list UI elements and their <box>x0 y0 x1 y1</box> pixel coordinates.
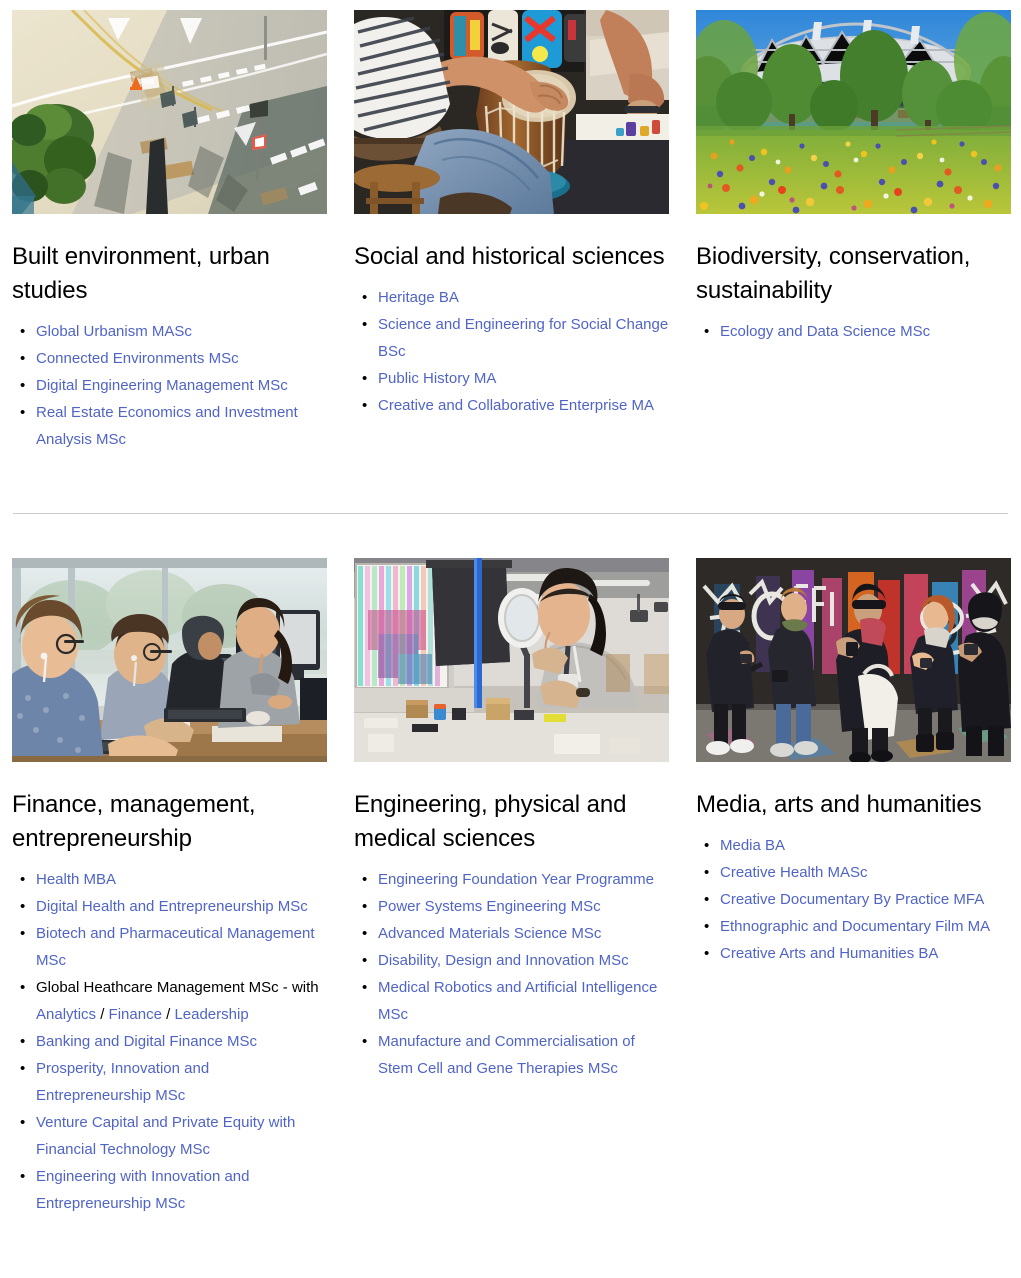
programme-list: Global Urbanism MASc Connected Environme… <box>12 318 327 453</box>
list-item: Manufacture and Commercialisation of Ste… <box>362 1028 669 1082</box>
programme-link[interactable]: Prosperity, Innovation and Entrepreneurs… <box>36 1060 209 1104</box>
programme-link[interactable]: Creative Documentary By Practice MFA <box>720 891 984 908</box>
programme-link[interactable]: Creative Health MASc <box>720 864 868 881</box>
programme-link-analytics[interactable]: Analytics <box>36 1006 96 1023</box>
subject-card-finance-management: Finance, management, entrepreneurship He… <box>12 558 327 1217</box>
separator: / <box>161 1006 175 1023</box>
separator: / <box>96 1006 109 1023</box>
card-title: Finance, management, entrepreneurship <box>12 791 256 852</box>
wildflower-meadow-stadium-photo[interactable] <box>696 10 1011 214</box>
list-item: Prosperity, Innovation and Entrepreneurs… <box>20 1055 327 1109</box>
programme-list: Media BA Creative Health MASc Creative D… <box>696 832 1011 967</box>
list-item: Engineering with Innovation and Entrepre… <box>20 1163 327 1217</box>
list-item: Media BA <box>704 832 1011 859</box>
computer-lab-students-photo[interactable] <box>12 558 327 762</box>
list-item: Health MBA <box>20 866 327 893</box>
programme-link[interactable]: Medical Robotics and Artificial Intellig… <box>378 979 657 1023</box>
programme-link[interactable]: Digital Engineering Management MSc <box>36 377 288 394</box>
programme-link[interactable]: Public History MA <box>378 370 496 387</box>
subject-card-engineering-physical-medical: Engineering, physical and medical scienc… <box>354 558 669 1217</box>
programme-link[interactable]: Ecology and Data Science MSc <box>720 323 930 340</box>
list-item: Medical Robotics and Artificial Intellig… <box>362 974 669 1028</box>
programme-link[interactable]: Engineering with Innovation and Entrepre… <box>36 1168 250 1212</box>
programme-link[interactable]: Heritage BA <box>378 289 459 306</box>
list-item: Banking and Digital Finance MSc <box>20 1028 327 1055</box>
programme-link[interactable]: Health MBA <box>36 871 116 888</box>
programme-link[interactable]: Global Urbanism MASc <box>36 323 192 340</box>
list-item: Ecology and Data Science MSc <box>704 318 1011 345</box>
card-title: Biodiversity, conservation, sustainabili… <box>696 243 971 304</box>
programme-link[interactable]: Banking and Digital Finance MSc <box>36 1033 257 1050</box>
programme-link[interactable]: Science and Engineering for Social Chang… <box>378 316 668 360</box>
subject-row-1: Built environment, urban studies Global … <box>0 0 1021 453</box>
list-item: Heritage BA <box>362 284 669 311</box>
programme-link-leadership[interactable]: Leadership <box>174 1006 248 1023</box>
subject-card-media-arts-humanities: Media, arts and humanities Media BA Crea… <box>696 558 1011 1217</box>
list-item: Venture Capital and Private Equity with … <box>20 1109 327 1163</box>
list-item: Ethnographic and Documentary Film MA <box>704 913 1011 940</box>
programme-text: Global Heathcare Management MSc - with <box>36 979 319 996</box>
programme-list: Heritage BA Science and Engineering for … <box>354 284 669 419</box>
researcher-magnifier-workshop-photo[interactable] <box>354 558 669 762</box>
card-title: Built environment, urban studies <box>12 243 270 304</box>
programme-list: Engineering Foundation Year Programme Po… <box>354 866 669 1082</box>
programme-link[interactable]: Media BA <box>720 837 785 854</box>
djembe-drummer-photo[interactable] <box>354 10 669 214</box>
programme-link[interactable]: Engineering Foundation Year Programme <box>378 871 654 888</box>
programme-link[interactable]: Advanced Materials Science MSc <box>378 925 601 942</box>
programme-link[interactable]: Manufacture and Commercialisation of Ste… <box>378 1033 635 1077</box>
programme-link[interactable]: Connected Environments MSc <box>36 350 239 367</box>
list-item: Engineering Foundation Year Programme <box>362 866 669 893</box>
list-item: Public History MA <box>362 365 669 392</box>
row-spacer <box>0 453 1021 513</box>
programme-link[interactable]: Digital Health and Entrepreneurship MSc <box>36 898 308 915</box>
programme-link[interactable]: Ethnographic and Documentary Film MA <box>720 918 990 935</box>
list-item: Digital Health and Entrepreneurship MSc <box>20 893 327 920</box>
subject-card-social-historical: Social and historical sciences Heritage … <box>354 10 669 453</box>
programme-link[interactable]: Creative and Collaborative Enterprise MA <box>378 397 654 414</box>
list-item: Creative Arts and Humanities BA <box>704 940 1011 967</box>
list-item: Disability, Design and Innovation MSc <box>362 947 669 974</box>
graffiti-wall-group-photo[interactable] <box>696 558 1011 762</box>
programme-link-finance[interactable]: Finance <box>109 1006 162 1023</box>
list-item: Creative Documentary By Practice MFA <box>704 886 1011 913</box>
subject-areas-page: Built environment, urban studies Global … <box>0 0 1021 1278</box>
list-item: Advanced Materials Science MSc <box>362 920 669 947</box>
programme-link[interactable]: Biotech and Pharmaceutical Management MS… <box>36 925 315 969</box>
aerial-road-intersection-photo[interactable] <box>12 10 327 214</box>
programme-link[interactable]: Power Systems Engineering MSc <box>378 898 601 915</box>
programme-list: Health MBA Digital Health and Entreprene… <box>12 866 327 1217</box>
list-item: Creative Health MASc <box>704 859 1011 886</box>
card-title: Media, arts and humanities <box>696 791 982 818</box>
list-item: Digital Engineering Management MSc <box>20 372 327 399</box>
programme-link[interactable]: Disability, Design and Innovation MSc <box>378 952 629 969</box>
programme-list: Ecology and Data Science MSc <box>696 318 1011 345</box>
list-item: Science and Engineering for Social Chang… <box>362 311 669 365</box>
list-item: Global Urbanism MASc <box>20 318 327 345</box>
list-item: Real Estate Economics and Investment Ana… <box>20 399 327 453</box>
programme-link[interactable]: Creative Arts and Humanities BA <box>720 945 938 962</box>
list-item: Biotech and Pharmaceutical Management MS… <box>20 920 327 974</box>
subject-row-2: Finance, management, entrepreneurship He… <box>0 558 1021 1217</box>
divider-spacer <box>0 514 1021 558</box>
list-item: Creative and Collaborative Enterprise MA <box>362 392 669 419</box>
card-title: Social and historical sciences <box>354 243 665 270</box>
list-item: Connected Environments MSc <box>20 345 327 372</box>
list-item-mixed: Global Heathcare Management MSc - with A… <box>20 974 327 1028</box>
subject-card-biodiversity: Biodiversity, conservation, sustainabili… <box>696 10 1011 453</box>
list-item: Power Systems Engineering MSc <box>362 893 669 920</box>
card-title: Engineering, physical and medical scienc… <box>354 791 627 852</box>
subject-card-built-environment: Built environment, urban studies Global … <box>12 10 327 453</box>
programme-link[interactable]: Venture Capital and Private Equity with … <box>36 1114 295 1158</box>
programme-link[interactable]: Real Estate Economics and Investment Ana… <box>36 404 298 448</box>
